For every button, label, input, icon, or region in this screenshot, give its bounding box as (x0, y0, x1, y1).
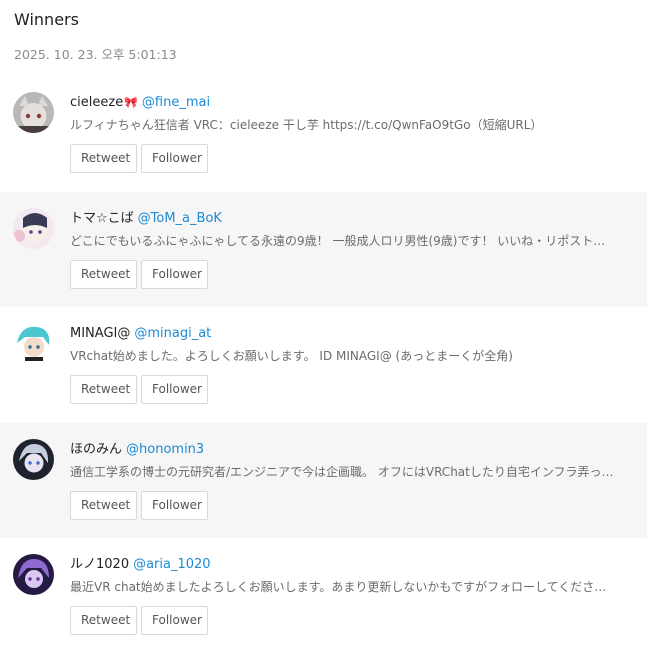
avatar[interactable] (13, 323, 54, 364)
user-bio: どこにでもいるふにゃふにゃしてる永遠の9歳！ 一般成人ロリ男性(9歳)です！ い… (70, 233, 606, 248)
user-handle[interactable]: @fine_mai (142, 95, 210, 110)
list-item: トマ☆こば @ToM_a_BoK どこにでもいるふにゃふにゃしてる永遠の9歳！ 一… (0, 191, 647, 307)
user-name-line: トマ☆こば @ToM_a_BoK (70, 210, 637, 228)
list-item: ルノ1020 @aria_1020 最近VR chat始めましたよろしくお願いしま… (0, 538, 647, 654)
follower-button[interactable]: Follower (141, 375, 208, 404)
retweet-button[interactable]: Retweet (70, 144, 137, 173)
page-title: Winners (14, 10, 79, 29)
follower-button[interactable]: Follower (141, 144, 208, 173)
user-name: MINAGI@ (70, 326, 131, 341)
winners-list: cieleeze🎀 @fine_mai ルフィナちゃん狂信者 VRC：cielee… (0, 76, 647, 654)
retweet-button[interactable]: Retweet (70, 375, 137, 404)
avatar-image (13, 554, 54, 595)
user-name-line: cieleeze🎀 @fine_mai (70, 94, 637, 112)
retweet-button[interactable]: Retweet (70, 490, 137, 520)
timestamp: 2025. 10. 23. 오후 5:01:13 (14, 47, 177, 62)
user-name: ほのみん (70, 441, 123, 457)
list-item: cieleeze🎀 @fine_mai ルフィナちゃん狂信者 VRC：cielee… (0, 76, 647, 192)
user-name: ルノ1020 (70, 557, 130, 572)
list-item: MINAGI@ @minagi_at VRchat始めました。よろしくお願いします… (0, 307, 647, 423)
winners-header: Winners 2025. 10. 23. 오후 5:01:13 (0, 0, 647, 76)
avatar-image (13, 92, 54, 133)
user-name-line: ルノ1020 @aria_1020 (70, 556, 637, 574)
user-bio: 最近VR chat始めましたよろしくお願いします。あまり更新しないかもですがフォ… (70, 580, 607, 594)
retweet-button[interactable]: Retweet (70, 259, 137, 289)
follower-button[interactable]: Follower (141, 490, 208, 520)
ribbon-icon: 🎀 (124, 96, 138, 109)
list-item: ほのみん @honomin3 通信工学系の博士の元研究者/エンジニアで今は企画職。… (0, 422, 647, 538)
user-bio: ルフィナちゃん狂信者 VRC：cieleeze 干し芋 https://t.co… (70, 118, 543, 132)
avatar[interactable] (13, 554, 54, 595)
user-bio: 通信工学系の博士の元研究者/エンジニアで今は企画職。 オフにはVRChatしたり… (70, 464, 614, 479)
user-handle[interactable]: @minagi_at (134, 326, 211, 341)
user-handle[interactable]: @ToM_a_BoK (138, 211, 222, 226)
avatar-image (13, 438, 54, 480)
user-bio: VRchat始めました。よろしくお願いします。 ID MINAGI@ (あっとま… (70, 349, 513, 363)
retweet-button[interactable]: Retweet (70, 606, 137, 635)
avatar-image (13, 207, 54, 249)
follower-button[interactable]: Follower (141, 606, 208, 635)
user-handle[interactable]: @aria_1020 (133, 557, 210, 572)
follower-button[interactable]: Follower (141, 259, 208, 289)
avatar-image (13, 323, 54, 364)
user-name: cieleeze (70, 95, 124, 110)
avatar[interactable] (13, 92, 54, 133)
user-name-line: ほのみん @honomin3 (70, 441, 637, 459)
avatar[interactable] (13, 438, 54, 480)
user-handle[interactable]: @honomin3 (126, 442, 204, 457)
user-name-line: MINAGI@ @minagi_at (70, 325, 637, 343)
avatar[interactable] (13, 207, 54, 249)
user-name: トマ☆こば (70, 210, 134, 226)
